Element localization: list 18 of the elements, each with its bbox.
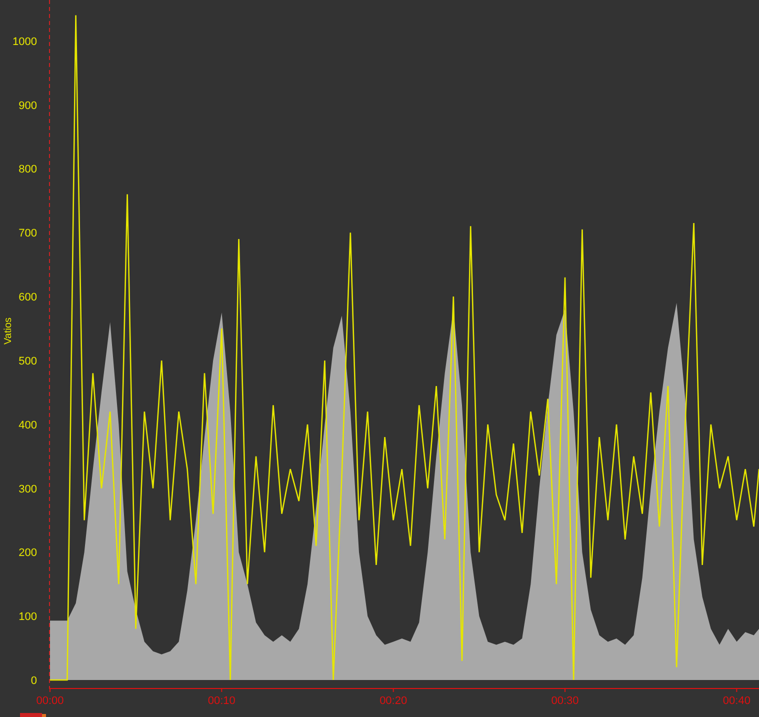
y-tick-label: 300	[18, 483, 37, 496]
range-marker-icon	[20, 713, 46, 717]
x-tick-label: 00:40	[722, 695, 750, 707]
y-tick-label: 500	[18, 355, 37, 368]
x-tick-label: 00:30	[551, 695, 579, 707]
y-tick-label: 900	[18, 100, 37, 112]
y-tick-label: 800	[18, 164, 37, 176]
y-tick-label: 700	[18, 228, 37, 240]
y-tick-label: 600	[18, 292, 37, 304]
x-tick-label: 00:10	[208, 695, 236, 707]
y-tick-label: 100	[18, 611, 37, 624]
y-tick-label: 1000	[12, 36, 37, 48]
y-tick-label: 0	[30, 675, 37, 687]
y-tick-label: 400	[18, 419, 37, 432]
x-tick-label: 00:20	[380, 695, 408, 707]
y-axis-title: Vatios	[3, 317, 14, 345]
y-tick-label: 200	[18, 547, 37, 560]
x-tick-label: 00:00	[36, 695, 64, 707]
